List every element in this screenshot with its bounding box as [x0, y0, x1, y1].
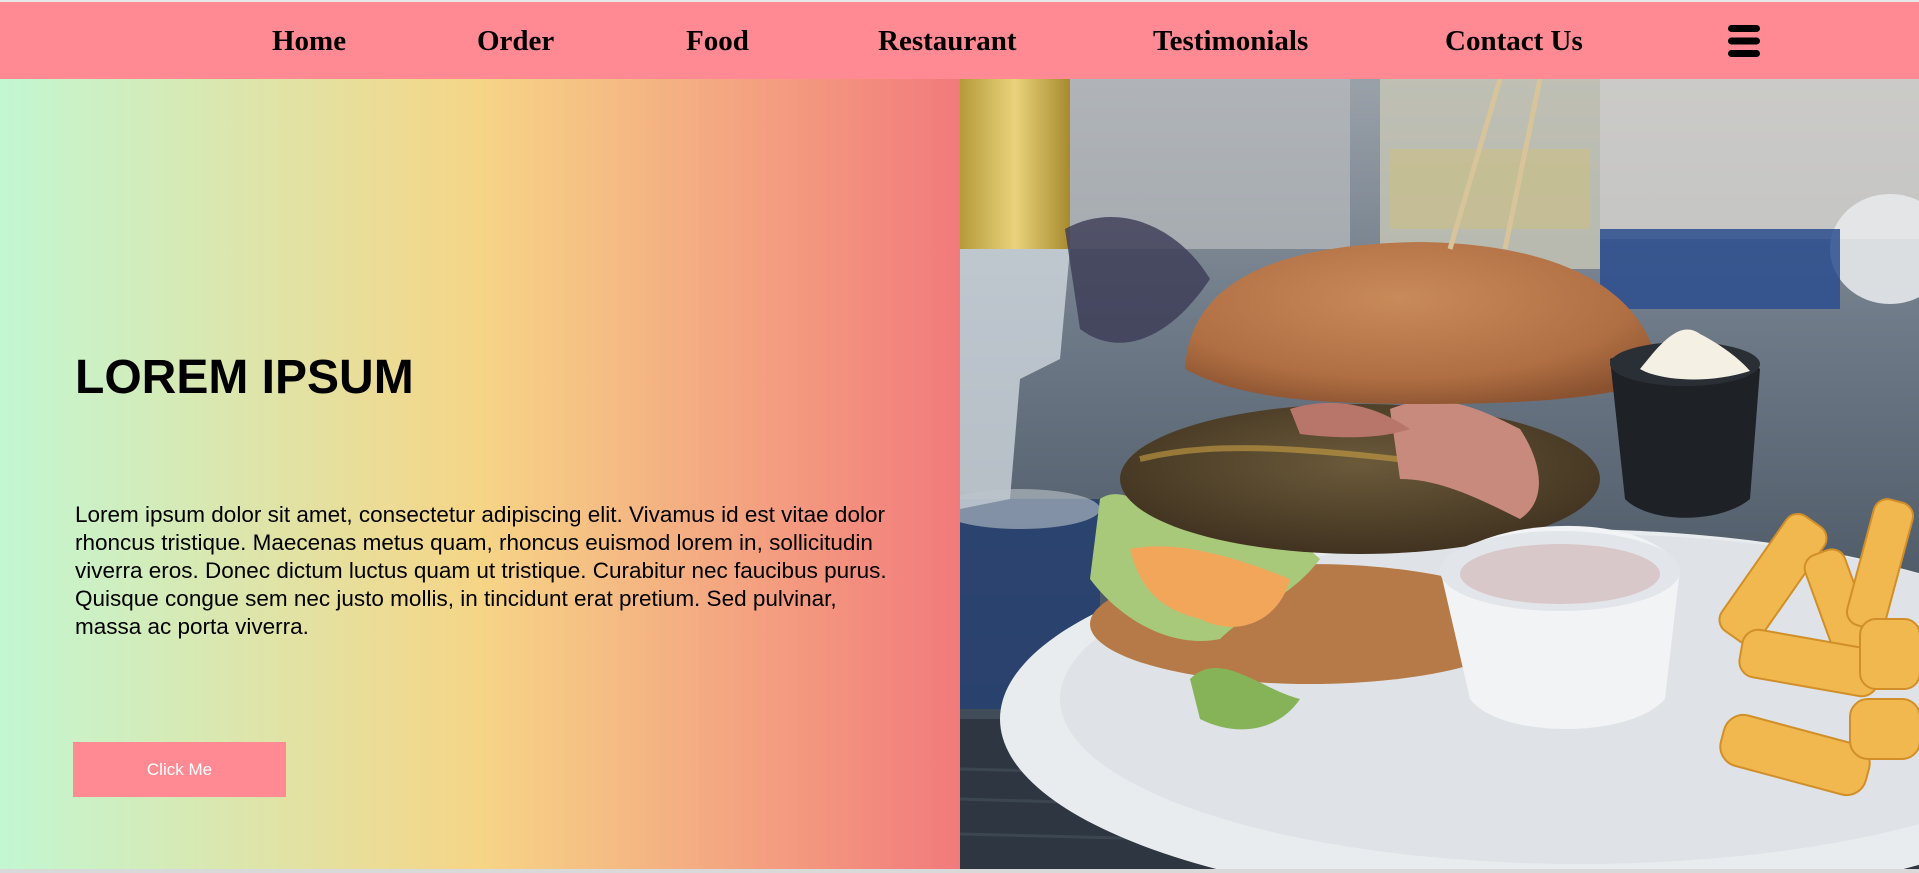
- burger-photo: [960, 79, 1919, 869]
- burger-plate-illustration: [960, 79, 1919, 869]
- nav-link-restaurant[interactable]: Restaurant: [878, 24, 1017, 58]
- hero-panel: LOREM IPSUM Lorem ipsum dolor sit amet, …: [0, 79, 960, 869]
- nav-link-contact-us[interactable]: Contact Us: [1445, 24, 1583, 58]
- page-bottom-divider: [0, 869, 1919, 873]
- top-navbar: Home Order Food Restaurant Testimonials …: [0, 0, 1919, 79]
- click-me-button[interactable]: Click Me: [73, 742, 286, 797]
- nav-link-food[interactable]: Food: [686, 24, 749, 58]
- nav-link-home[interactable]: Home: [272, 24, 346, 58]
- nav-link-order[interactable]: Order: [477, 24, 554, 58]
- nav-link-testimonials[interactable]: Testimonials: [1153, 24, 1308, 58]
- hero-title: LOREM IPSUM: [75, 351, 414, 404]
- hero-description: Lorem ipsum dolor sit amet, consectetur …: [75, 502, 887, 639]
- hamburger-menu-icon[interactable]: [1727, 23, 1761, 59]
